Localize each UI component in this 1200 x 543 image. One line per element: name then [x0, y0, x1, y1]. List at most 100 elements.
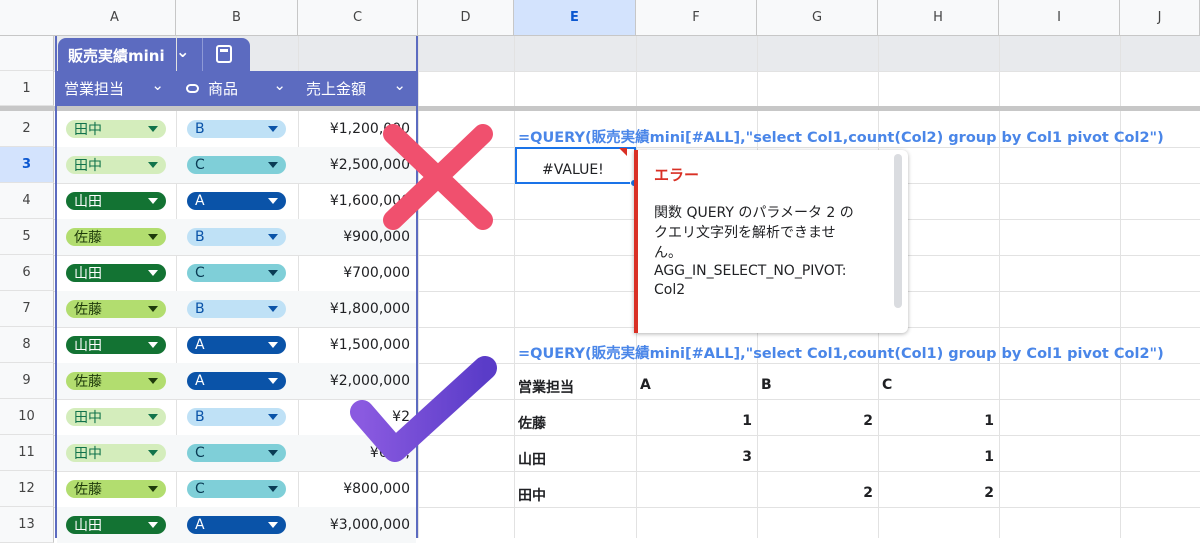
- freeze-divider[interactable]: [0, 106, 1200, 111]
- error-indicator[interactable]: [619, 148, 627, 156]
- chevron-down-icon[interactable]: ⌄: [151, 76, 164, 94]
- table-name-tab[interactable]: 販売実績mini ⌄: [58, 38, 250, 71]
- column-header-i[interactable]: I: [999, 0, 1120, 36]
- pivot-value-cell[interactable]: 1: [884, 413, 994, 429]
- product-chip[interactable]: C: [187, 156, 286, 174]
- person-chip[interactable]: 山田: [66, 264, 166, 282]
- header-product[interactable]: 商品 ⌄: [176, 71, 298, 106]
- dropdown-arrow-icon[interactable]: [268, 126, 278, 132]
- person-chip[interactable]: 佐藤: [66, 372, 166, 390]
- dropdown-arrow-icon[interactable]: [268, 342, 278, 348]
- row-header-1[interactable]: 1: [0, 71, 54, 106]
- dropdown-arrow-icon[interactable]: [148, 450, 158, 456]
- dropdown-arrow-icon[interactable]: [148, 378, 158, 384]
- amount-cell[interactable]: ¥1,800,000: [298, 301, 410, 317]
- dropdown-arrow-icon[interactable]: [268, 270, 278, 276]
- pivot-value-cell[interactable]: 1: [642, 413, 752, 429]
- row-header-5[interactable]: 5: [0, 219, 54, 255]
- person-chip[interactable]: 田中: [66, 156, 166, 174]
- column-header-h[interactable]: H: [878, 0, 999, 36]
- product-chip[interactable]: B: [187, 300, 286, 318]
- person-chip[interactable]: 田中: [66, 444, 166, 462]
- row-header-6[interactable]: 6: [0, 255, 54, 291]
- select-all-corner[interactable]: [0, 0, 55, 36]
- header-sales-person[interactable]: 営業担当 ⌄: [56, 71, 176, 106]
- column-header-f[interactable]: F: [636, 0, 757, 36]
- pivot-row-label[interactable]: 田中: [518, 485, 546, 505]
- header-amount[interactable]: 売上金額 ⌄: [298, 71, 418, 106]
- pivot-row-label[interactable]: 山田: [518, 449, 546, 469]
- row-header-2[interactable]: 2: [0, 111, 54, 147]
- pivot-value-cell[interactable]: 2: [763, 485, 873, 501]
- dropdown-arrow-icon[interactable]: [148, 486, 158, 492]
- product-chip[interactable]: A: [187, 336, 286, 354]
- amount-cell[interactable]: ¥700,000: [298, 265, 410, 281]
- dropdown-arrow-icon[interactable]: [148, 306, 158, 312]
- column-header-b[interactable]: B: [176, 0, 298, 36]
- person-chip[interactable]: 佐藤: [66, 300, 166, 318]
- dropdown-arrow-icon[interactable]: [268, 522, 278, 528]
- chevron-down-icon[interactable]: ⌄: [176, 42, 189, 61]
- column-header-g[interactable]: G: [757, 0, 878, 36]
- person-chip[interactable]: 田中: [66, 120, 166, 138]
- row-header-7[interactable]: 7: [0, 291, 54, 327]
- person-chip[interactable]: 佐藤: [66, 228, 166, 246]
- row-header-10[interactable]: 10: [0, 399, 54, 435]
- pivot-value-cell[interactable]: 2: [763, 413, 873, 429]
- pivot-header-cell[interactable]: C: [882, 377, 892, 393]
- row-header-11[interactable]: 11: [0, 435, 54, 471]
- dropdown-arrow-icon[interactable]: [148, 522, 158, 528]
- column-header-j[interactable]: J: [1120, 0, 1200, 36]
- column-header-d[interactable]: D: [418, 0, 514, 36]
- dropdown-arrow-icon[interactable]: [148, 414, 158, 420]
- dropdown-arrow-icon[interactable]: [148, 234, 158, 240]
- product-chip[interactable]: B: [187, 408, 286, 426]
- product-chip[interactable]: C: [187, 444, 286, 462]
- dropdown-arrow-icon[interactable]: [148, 270, 158, 276]
- pivot-value-cell[interactable]: 1: [884, 449, 994, 465]
- popup-scrollbar[interactable]: [894, 154, 902, 308]
- person-chip[interactable]: 山田: [66, 516, 166, 534]
- column-header-e[interactable]: E: [514, 0, 636, 36]
- column-header-c[interactable]: C: [298, 0, 418, 36]
- dropdown-arrow-icon[interactable]: [148, 126, 158, 132]
- dropdown-arrow-icon[interactable]: [268, 486, 278, 492]
- person-chip[interactable]: 山田: [66, 192, 166, 210]
- dropdown-arrow-icon[interactable]: [268, 414, 278, 420]
- person-chip[interactable]: 田中: [66, 408, 166, 426]
- dropdown-arrow-icon[interactable]: [268, 306, 278, 312]
- row-header-9[interactable]: 9: [0, 363, 54, 399]
- product-chip[interactable]: C: [187, 264, 286, 282]
- dropdown-arrow-icon[interactable]: [148, 162, 158, 168]
- calculator-icon[interactable]: [216, 45, 232, 63]
- amount-cell[interactable]: ¥3,000,000: [298, 517, 410, 533]
- amount-cell[interactable]: ¥800,000: [298, 481, 410, 497]
- dropdown-arrow-icon[interactable]: [268, 234, 278, 240]
- dropdown-arrow-icon[interactable]: [268, 162, 278, 168]
- product-chip[interactable]: B: [187, 228, 286, 246]
- product-chip[interactable]: B: [187, 120, 286, 138]
- person-chip[interactable]: 佐藤: [66, 480, 166, 498]
- column-header-a[interactable]: A: [54, 0, 176, 36]
- pivot-header-cell[interactable]: A: [640, 377, 651, 393]
- product-chip[interactable]: A: [187, 192, 286, 210]
- pivot-header-cell[interactable]: B: [761, 377, 772, 393]
- pivot-value-cell[interactable]: 2: [884, 485, 994, 501]
- dropdown-arrow-icon[interactable]: [268, 198, 278, 204]
- chevron-down-icon[interactable]: ⌄: [273, 76, 286, 94]
- row-header-4[interactable]: 4: [0, 183, 54, 219]
- dropdown-arrow-icon[interactable]: [268, 378, 278, 384]
- pivot-header-cell[interactable]: 営業担当: [518, 377, 574, 397]
- dropdown-arrow-icon[interactable]: [148, 198, 158, 204]
- chevron-down-icon[interactable]: ⌄: [393, 76, 406, 94]
- row-header-12[interactable]: 12: [0, 471, 54, 507]
- row-header-3[interactable]: 3: [0, 147, 54, 183]
- dropdown-arrow-icon[interactable]: [148, 342, 158, 348]
- product-chip[interactable]: A: [187, 372, 286, 390]
- person-chip[interactable]: 山田: [66, 336, 166, 354]
- pivot-row-label[interactable]: 佐藤: [518, 413, 546, 433]
- row-header-8[interactable]: 8: [0, 327, 54, 363]
- product-chip[interactable]: A: [187, 516, 286, 534]
- pivot-value-cell[interactable]: 3: [642, 449, 752, 465]
- dropdown-arrow-icon[interactable]: [268, 450, 278, 456]
